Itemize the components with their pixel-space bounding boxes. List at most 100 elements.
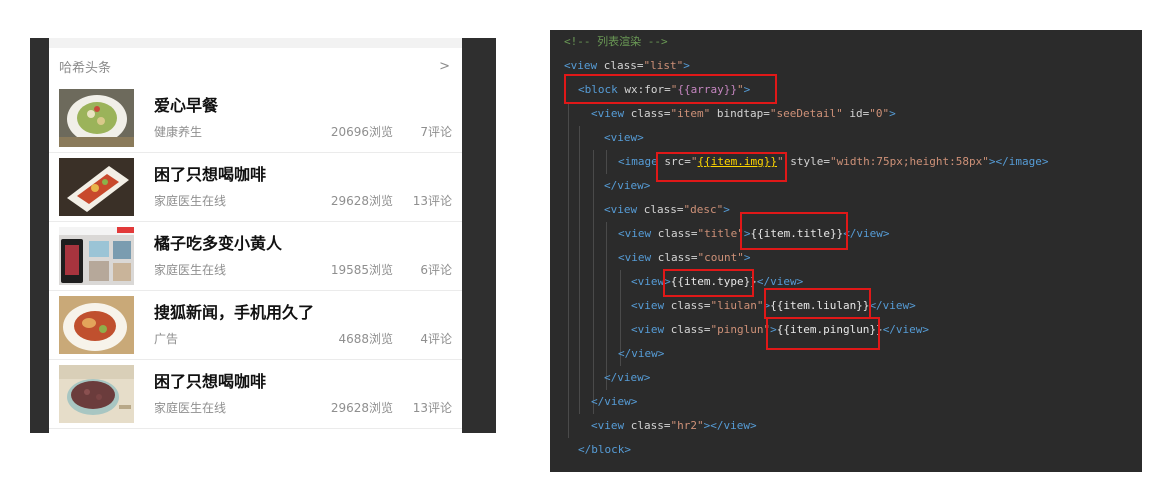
code-tag: </view>	[604, 371, 651, 384]
news-item-title: 困了只想喝咖啡	[154, 372, 267, 391]
code-tag: </block>	[578, 443, 631, 456]
chevron-right-icon[interactable]: >	[439, 59, 450, 74]
news-item-type: 家庭医生在线	[154, 263, 227, 277]
code-editor-panel: <!-- 列表渲染 --> <view class="list"> <block…	[550, 30, 1142, 472]
highlight-box-item-title	[740, 212, 848, 250]
news-item-title: 困了只想喝咖啡	[154, 165, 267, 184]
code-string: "desc"	[683, 203, 724, 216]
news-list-item[interactable]: 困了只想喝咖啡 家庭医生在线 29628浏览 13评论	[49, 153, 462, 222]
indent-guide	[606, 222, 607, 390]
code-tag: </view>	[756, 275, 804, 288]
phone-top-bar	[49, 38, 462, 48]
code-line: </view>	[604, 366, 650, 390]
code-tag: <view>	[604, 131, 644, 144]
news-section-title: 哈希头条	[59, 60, 112, 76]
code-string: "hr2"	[670, 419, 704, 432]
code-string: "liulan"	[710, 299, 764, 312]
code-tag: </view>	[618, 347, 665, 360]
news-thumbnail-coffee	[59, 158, 134, 216]
news-item-type: 广告	[154, 332, 179, 346]
code-attr: class=	[624, 107, 671, 120]
code-tag-end: >	[683, 59, 690, 72]
news-item-comments: 13评论	[412, 401, 452, 415]
news-item-title: 橘子吃多变小黄人	[154, 234, 283, 253]
code-tag: <view	[564, 59, 598, 72]
news-item-comments: 13评论	[412, 194, 452, 208]
highlight-box-item-img	[656, 152, 787, 182]
code-attr: bindtap=	[710, 107, 770, 120]
indent-guide	[593, 150, 594, 414]
news-item-views: 19585浏览	[330, 263, 393, 277]
news-item-comments: 4评论	[420, 332, 452, 346]
code-tag: <image	[618, 155, 658, 168]
code-attr: id=	[842, 107, 870, 120]
code-tag: <view	[591, 107, 625, 120]
news-item-title: 搜狐新闻，手机用久了	[154, 303, 315, 322]
highlight-box-item-liulan	[764, 288, 871, 319]
news-item-views: 29628浏览	[330, 401, 393, 415]
news-thumbnail-porridge	[59, 365, 134, 423]
code-string: "pinglun"	[710, 323, 771, 336]
code-string: "count"	[697, 251, 744, 264]
news-thumbnail-dish	[59, 296, 134, 354]
highlight-box-item-pinglun	[766, 317, 880, 350]
code-line: <view class="desc">	[604, 198, 730, 222]
code-line: <view class="item" bindtap="seeDetail" i…	[591, 102, 896, 126]
news-list-item[interactable]: 困了只想喝咖啡 家庭医生在线 29628浏览 13评论	[49, 360, 462, 429]
code-string: "list"	[643, 59, 684, 72]
news-list-item[interactable]: 爱心早餐 健康养生 20696浏览 7评论	[49, 84, 462, 153]
code-tag: <view	[631, 299, 665, 312]
code-tag: </view>	[882, 323, 930, 336]
phone-screen: 哈希头条 > 爱心早餐 健康养生 20696浏览 7评论 困了只想喝咖啡 家庭医…	[49, 38, 462, 433]
code-tag-end: >	[889, 107, 896, 120]
code-line: <view>	[604, 126, 644, 150]
indent-guide	[606, 150, 607, 174]
code-string: "0"	[869, 107, 890, 120]
news-item-comments: 6评论	[420, 263, 452, 277]
news-item-type: 健康养生	[154, 125, 203, 139]
highlight-box-item-type	[663, 269, 754, 297]
news-item-views: 20696浏览	[330, 125, 393, 139]
code-tag-end: ></view>	[703, 419, 757, 432]
news-list-item[interactable]: 搜狐新闻，手机用久了 广告 4688浏览 4评论	[49, 291, 462, 360]
code-tag-end: >	[743, 251, 751, 264]
code-line: <view class="count">	[618, 246, 750, 270]
code-tag: </view>	[591, 395, 638, 408]
code-tag: <view	[618, 227, 652, 240]
code-tag: </view>	[604, 179, 651, 192]
code-attr: class=	[597, 59, 644, 72]
news-item-title: 爱心早餐	[154, 96, 219, 115]
code-line: </view>	[604, 174, 650, 198]
news-section-header[interactable]: 哈希头条 >	[49, 48, 462, 84]
code-attr: class=	[664, 299, 711, 312]
code-tag: <view	[631, 323, 665, 336]
indent-guide	[568, 102, 569, 438]
code-tag: </view>	[843, 227, 890, 240]
news-item-comments: 7评论	[420, 125, 452, 139]
code-attr: style=	[783, 155, 830, 168]
code-attr: class=	[624, 419, 671, 432]
code-tag-end: ></image>	[988, 155, 1049, 168]
news-list-item[interactable]: 橘子吃多变小黄人 家庭医生在线 19585浏览 6评论	[49, 222, 462, 291]
news-thumbnail-breakfast	[59, 89, 134, 147]
code-tag: <view	[591, 419, 625, 432]
news-thumbnail-oranges	[59, 227, 134, 285]
code-attr: class=	[651, 227, 698, 240]
code-line: </view>	[618, 342, 664, 366]
code-attr: class=	[637, 203, 684, 216]
code-line: <!-- 列表渲染 -->	[564, 30, 668, 54]
highlight-box-wxfor	[564, 74, 777, 104]
phone-preview-frame: 哈希头条 > 爱心早餐 健康养生 20696浏览 7评论 困了只想喝咖啡 家庭医…	[30, 38, 496, 433]
code-tag: <view	[618, 251, 652, 264]
code-string: "seeDetail"	[769, 107, 843, 120]
code-string: "width:75px;height:58px"	[829, 155, 989, 168]
code-attr: class=	[651, 251, 698, 264]
code-attr: class=	[664, 323, 711, 336]
news-item-views: 29628浏览	[330, 194, 393, 208]
code-tag: </view>	[869, 299, 916, 312]
code-line: </view>	[591, 390, 637, 414]
code-tag-end: >	[723, 203, 730, 216]
code-string: "item"	[670, 107, 711, 120]
code-line: <view class="hr2"></view>	[591, 414, 757, 438]
news-item-type: 家庭医生在线	[154, 401, 227, 415]
